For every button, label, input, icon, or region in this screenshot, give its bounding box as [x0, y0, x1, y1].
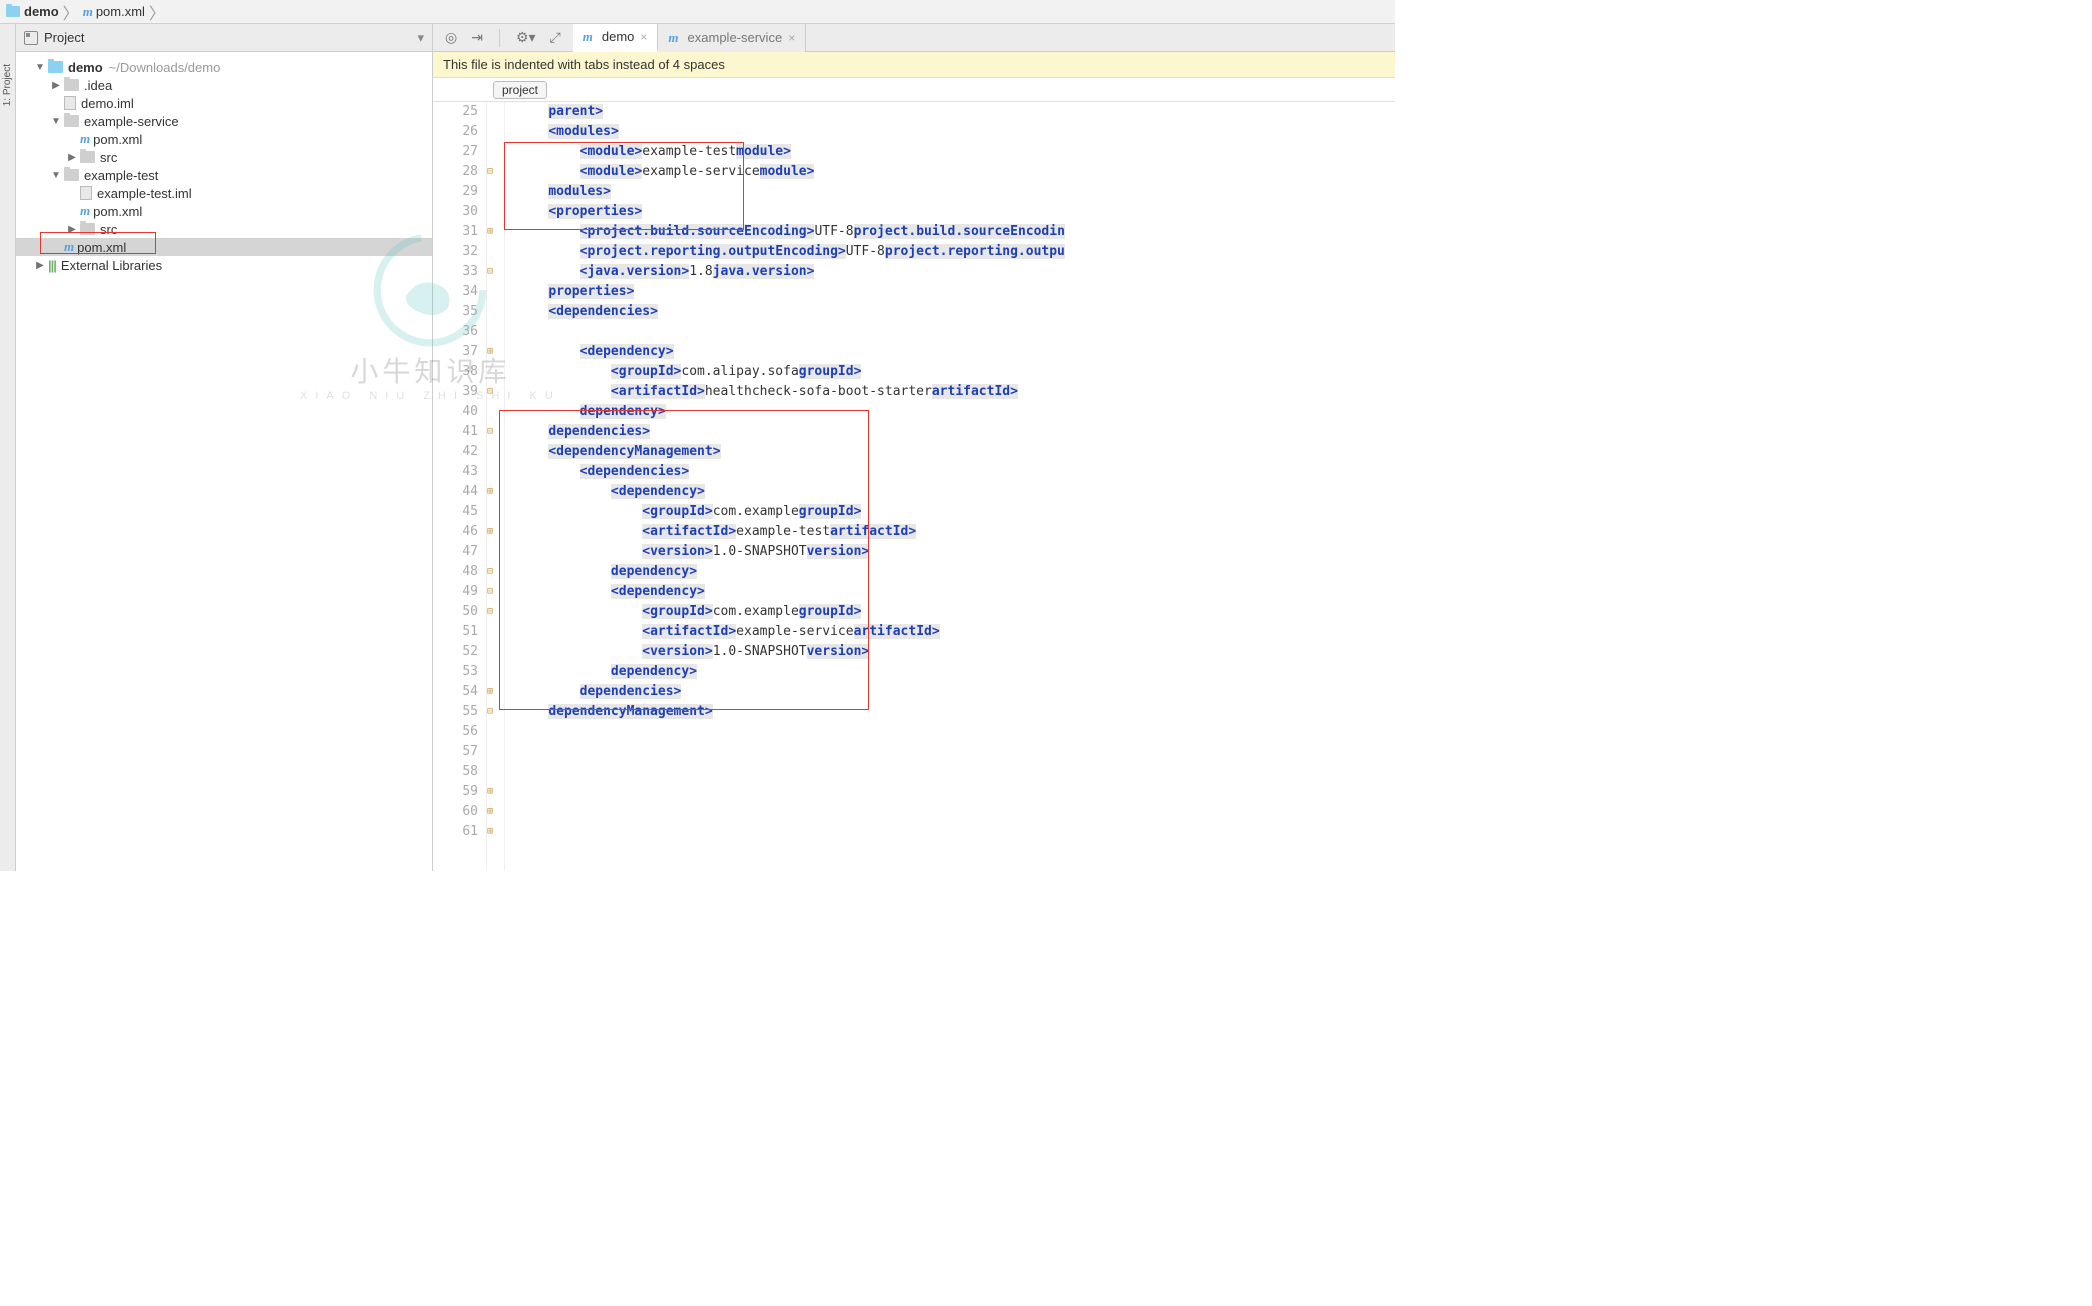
folder-icon [6, 6, 20, 17]
gear-icon[interactable]: ⚙▾ [516, 29, 536, 46]
tree-label: External Libraries [61, 258, 162, 273]
chevron-right-icon: 〉 [63, 0, 79, 24]
tree-label: pom.xml [77, 240, 126, 255]
breadcrumb-file[interactable]: pom.xml [96, 4, 145, 19]
maven-icon: m [583, 29, 593, 45]
breadcrumb: demo 〉 m pom.xml 〉 [0, 0, 1395, 24]
breadcrumb-root[interactable]: demo [24, 4, 59, 19]
tree-node-root-pom[interactable]: mpom.xml [16, 238, 432, 256]
tree-node-demo-iml[interactable]: demo.iml [16, 94, 432, 112]
tree-label: src [100, 150, 117, 165]
tab-label: demo [602, 29, 635, 44]
project-panel: Project ▾ demo ~/Downloads/demo .idea dem… [16, 24, 433, 871]
tab-demo-pom[interactable]: m demo × [573, 24, 659, 52]
tree-node-idea[interactable]: .idea [16, 76, 432, 94]
folder-icon [48, 61, 63, 73]
tree-label: example-test [84, 168, 158, 183]
indent-warning-banner: This file is indented with tabs instead … [433, 52, 1395, 78]
folder-icon [64, 169, 79, 181]
tree-label: pom.xml [93, 204, 142, 219]
tree-label: example-service [84, 114, 179, 129]
code-editor[interactable]: 2526272829303132333435363738394041424344… [433, 102, 1395, 871]
close-icon[interactable]: × [640, 30, 647, 44]
line-number-gutter: 2526272829303132333435363738394041424344… [433, 102, 487, 871]
close-icon[interactable]: × [788, 31, 795, 45]
maven-icon: m [64, 239, 74, 255]
folder-icon [64, 115, 79, 127]
maven-icon: m [668, 30, 678, 46]
fold-gutter[interactable]: ⊟⊞⊟⊞⊟⊟⊞⊞⊟⊟⊟⊞⊟⊞⊞⊞ [487, 102, 505, 871]
banner-text: This file is indented with tabs instead … [443, 57, 725, 72]
target-icon[interactable]: ◎ [445, 29, 457, 46]
tab-example-service[interactable]: m example-service × [658, 24, 806, 52]
folder-icon [64, 79, 79, 91]
tree-node-example-test[interactable]: example-test [16, 166, 432, 184]
maven-icon: m [80, 203, 90, 219]
tree-node-et-pom[interactable]: mpom.xml [16, 202, 432, 220]
project-tree[interactable]: demo ~/Downloads/demo .idea demo.iml exam… [16, 52, 432, 280]
project-panel-header: Project ▾ [16, 24, 432, 52]
tree-label: demo.iml [81, 96, 134, 111]
tree-label: src [100, 222, 117, 237]
code-content[interactable]: parent> <modules> <module>example-testmo… [505, 102, 1395, 871]
file-icon [64, 96, 76, 110]
tree-node-et-iml[interactable]: example-test.iml [16, 184, 432, 202]
tree-label: pom.xml [93, 132, 142, 147]
tree-node-et-src[interactable]: src [16, 220, 432, 238]
library-icon [48, 258, 61, 273]
dropdown-icon[interactable]: ▾ [417, 30, 424, 46]
file-icon [80, 186, 92, 200]
tool-window-stripe[interactable]: 1: Project [0, 24, 16, 871]
project-tool-button[interactable]: 1: Project [2, 64, 13, 106]
editor-toolbar: ◎ ⇥ ⚙▾ ⤢ m demo × m example-service × [433, 24, 1395, 52]
structure-breadcrumb: project [433, 78, 1395, 102]
tree-label: example-test.iml [97, 186, 192, 201]
separator [499, 29, 500, 47]
crumb-project[interactable]: project [493, 81, 547, 99]
tree-node-example-service[interactable]: example-service [16, 112, 432, 130]
tree-path: ~/Downloads/demo [109, 60, 221, 75]
maven-icon: m [83, 4, 93, 20]
tree-label: .idea [84, 78, 112, 93]
tab-label: example-service [688, 30, 783, 45]
editor-area: ◎ ⇥ ⚙▾ ⤢ m demo × m example-service × [433, 24, 1395, 871]
folder-icon [80, 151, 95, 163]
project-panel-title[interactable]: Project [44, 30, 411, 45]
tree-label: demo [68, 60, 103, 75]
chevron-right-icon: 〉 [149, 0, 165, 24]
tree-node-es-src[interactable]: src [16, 148, 432, 166]
editor-tabs: m demo × m example-service × [573, 24, 1395, 52]
collapse-icon[interactable]: ⇥ [471, 29, 483, 46]
project-view-icon [24, 31, 38, 45]
folder-icon [80, 223, 95, 235]
hide-icon[interactable]: ⤢ [550, 29, 561, 46]
tree-node-es-pom[interactable]: mpom.xml [16, 130, 432, 148]
tree-node-ext-lib[interactable]: External Libraries [16, 256, 432, 274]
tree-node-root[interactable]: demo ~/Downloads/demo [16, 58, 432, 76]
maven-icon: m [80, 131, 90, 147]
